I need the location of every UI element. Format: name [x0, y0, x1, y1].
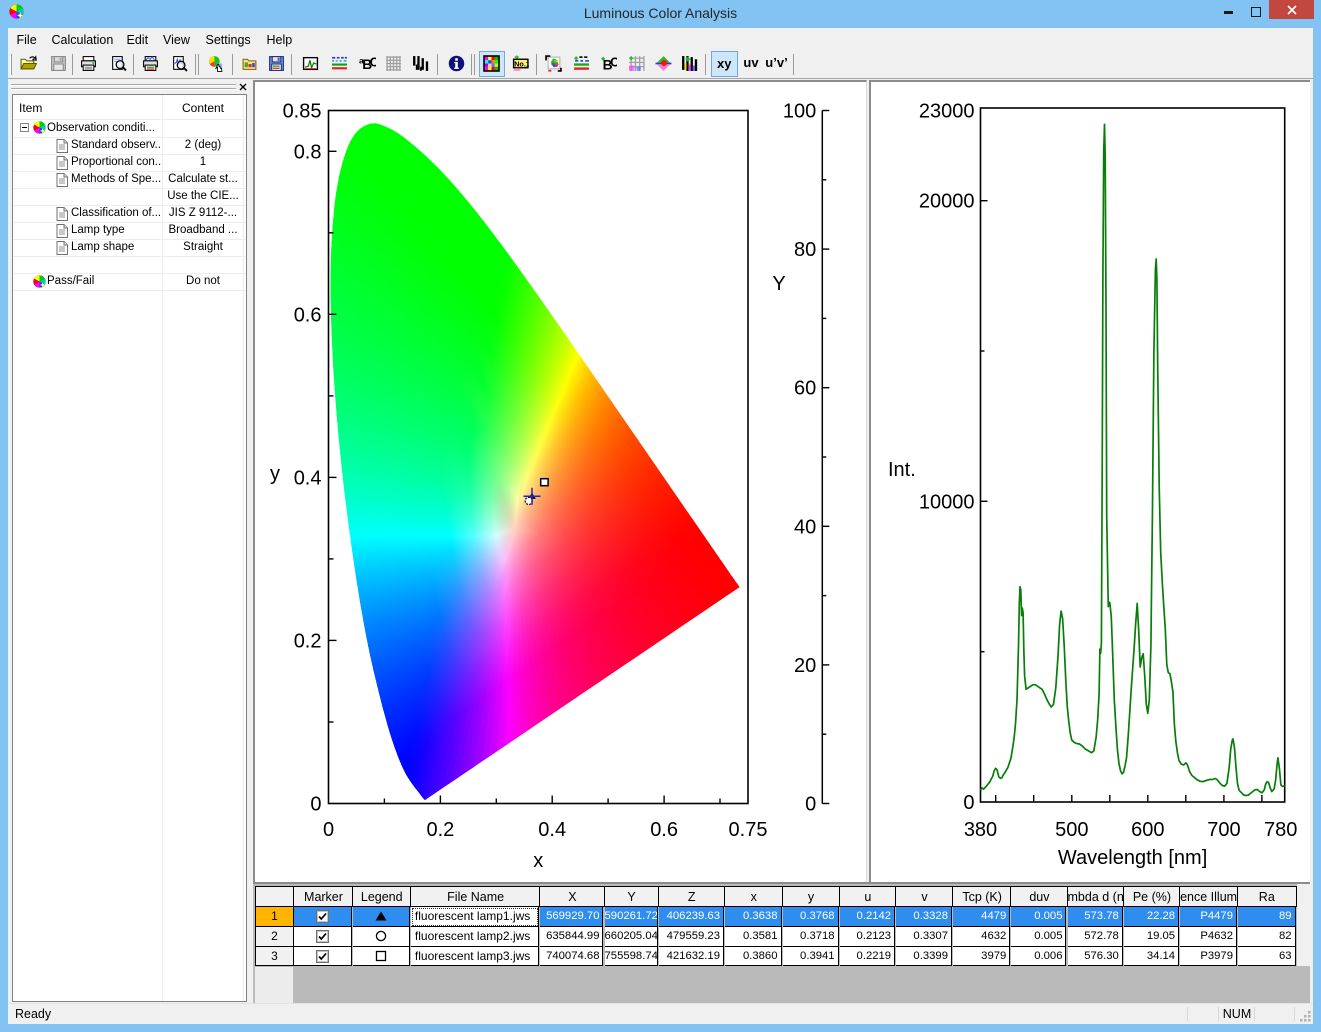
svg-text:380: 380 — [964, 819, 997, 841]
svg-text:20000: 20000 — [919, 191, 975, 213]
svg-text:C: C — [610, 55, 617, 70]
svg-text:780: 780 — [1264, 819, 1297, 841]
svg-text:100: 100 — [783, 101, 816, 123]
svg-text:Wavelength [nm]: Wavelength [nm] — [1058, 847, 1207, 869]
svg-text:Y: Y — [772, 273, 785, 295]
svg-text:0.85: 0.85 — [283, 101, 322, 123]
svg-text:y: y — [270, 463, 280, 485]
svg-text:0: 0 — [310, 794, 321, 816]
svg-text:80: 80 — [794, 239, 816, 261]
svg-text:700: 700 — [1207, 819, 1240, 841]
svg-text:0.2: 0.2 — [426, 819, 454, 841]
svg-text:0: 0 — [805, 794, 816, 816]
svg-text:Int.: Int. — [888, 459, 916, 481]
svg-text:10000: 10000 — [919, 491, 975, 513]
svg-text:600: 600 — [1131, 819, 1164, 841]
svg-text:0: 0 — [963, 792, 974, 814]
svg-text:x: x — [533, 850, 543, 872]
svg-text:23000: 23000 — [919, 101, 975, 123]
svg-text:20: 20 — [794, 655, 816, 677]
svg-text:0.4: 0.4 — [538, 819, 566, 841]
svg-text:No.1: No.1 — [514, 59, 529, 68]
svg-text:0.6: 0.6 — [294, 304, 322, 326]
svg-text:0.75: 0.75 — [729, 819, 768, 841]
svg-text:0.8: 0.8 — [294, 141, 322, 163]
svg-text:0.2: 0.2 — [294, 630, 322, 652]
svg-text:0: 0 — [323, 819, 334, 841]
svg-text:500: 500 — [1055, 819, 1088, 841]
svg-text:C: C — [369, 55, 375, 70]
svg-text:60: 60 — [794, 378, 816, 400]
svg-text:0.6: 0.6 — [650, 819, 678, 841]
svg-text:0.4: 0.4 — [294, 467, 322, 489]
svg-text:40: 40 — [794, 516, 816, 538]
